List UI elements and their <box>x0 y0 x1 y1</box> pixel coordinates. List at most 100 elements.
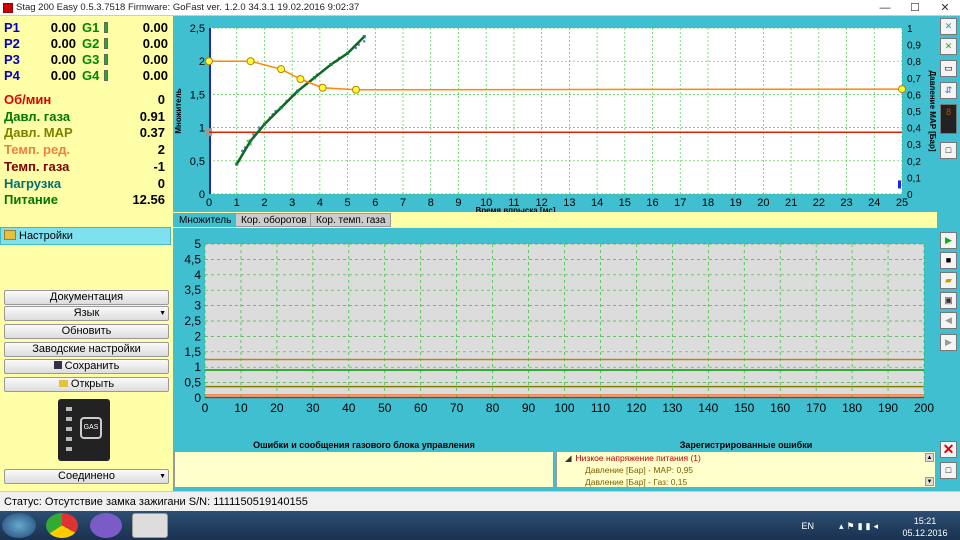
x-tick-label: 100 <box>554 401 574 415</box>
fit-point <box>262 122 266 126</box>
live-chart[interactable]: 0 10 20 30 40 50 60 70 80 90 100 110 120 130 140 150 160… <box>173 228 937 440</box>
x-tick-label: 190 <box>878 401 898 415</box>
floppy-icon[interactable]: ▣ <box>940 292 957 309</box>
petrol-injector-value: 0.00 <box>50 20 76 35</box>
tab-gas-temp-correction[interactable]: Кор. темп. газа <box>310 213 392 227</box>
petrol-injector-label: P4 <box>4 68 20 83</box>
plot-area <box>209 28 902 194</box>
save-button[interactable]: Сохранить <box>4 359 169 374</box>
tab-multiplier[interactable]: Множитель <box>173 213 238 227</box>
map-indicator <box>898 180 901 189</box>
arrows-icon[interactable]: ⇵ <box>940 82 957 99</box>
x-tick-label: 5 <box>345 197 351 209</box>
documentation-button[interactable]: Документация <box>4 290 169 305</box>
step-forward-icon[interactable]: ▶ <box>940 334 957 351</box>
collapse-icon[interactable]: ◢ <box>565 453 572 463</box>
open-folder-icon[interactable]: ▰ <box>940 272 957 289</box>
y2-tick-label: 0,5 <box>907 107 921 118</box>
y-tick-label: 0 <box>194 391 201 405</box>
injector-icon <box>104 54 108 65</box>
viber-icon[interactable] <box>90 513 122 538</box>
language-dropdown[interactable]: Язык ▼ <box>4 306 169 321</box>
sensor-label: Темп. газа <box>4 158 70 174</box>
ecu-messages-list[interactable] <box>174 451 554 488</box>
sensor-value: 0 <box>157 175 165 191</box>
led-indicator <box>66 447 72 451</box>
sensor-value: 0.91 <box>139 108 165 124</box>
sensor-label: Давл. MAP <box>4 125 73 141</box>
x-tick-label: 7 <box>400 197 406 209</box>
cancel-icon[interactable]: ✕ <box>940 38 957 55</box>
clock-date[interactable]: 05.12.2016 <box>900 528 950 538</box>
x-tick-label: 90 <box>522 401 536 415</box>
live-chart-panel: 0 10 20 30 40 50 60 70 80 90 100 110 120 130 140 150 160… <box>173 228 937 440</box>
y-tick-label: 3,5 <box>184 283 201 297</box>
sensor-label: Питание <box>4 192 59 208</box>
settings-label: Настройки <box>19 230 73 242</box>
fit-point <box>346 51 350 55</box>
start-button-icon[interactable] <box>2 513 36 538</box>
window-icon[interactable]: ▭ <box>940 60 957 77</box>
x-tick-label: 40 <box>342 401 356 415</box>
y-tick-label: 2,5 <box>190 23 205 35</box>
y2-tick-label: 0,4 <box>907 124 921 135</box>
digit-display-icon: 8 <box>940 104 957 134</box>
x-tick-label: 80 <box>486 401 500 415</box>
x-tick-label: 30 <box>306 401 320 415</box>
multiplier-point <box>277 65 286 74</box>
y-tick-label: 0 <box>199 189 205 201</box>
zoom-reset-icon[interactable]: ✕ <box>940 18 957 35</box>
square-icon[interactable]: □ <box>940 462 957 479</box>
x-tick-label: 0 <box>202 401 209 415</box>
x-tick-label: 180 <box>842 401 862 415</box>
chrome-icon[interactable] <box>46 513 78 538</box>
x-tick-label: 4 <box>317 197 323 209</box>
gas-injector-value: 0.00 <box>142 20 168 35</box>
scroll-down-icon[interactable]: ▼ <box>925 477 934 486</box>
x-tick-label: 20 <box>270 401 284 415</box>
gas-injector-value: 0.00 <box>142 52 168 67</box>
y-tick-label: 0,5 <box>184 376 201 390</box>
factory-settings-button[interactable]: Заводские настройки <box>4 342 169 357</box>
tab-rpm-correction[interactable]: Кор. оборотов <box>235 213 313 227</box>
language-indicator[interactable]: EN <box>801 521 814 531</box>
error-item[interactable]: Давление [Бар] - MAP: 0,95 <box>565 464 935 476</box>
registered-errors-list[interactable]: ◢ Низкое напряжение питания (1) Давление [… <box>556 451 936 488</box>
stag-app-taskbar-icon[interactable] <box>132 513 168 538</box>
led-indicator <box>66 437 72 441</box>
step-back-icon[interactable]: ◀ <box>940 312 957 329</box>
x-tick-label: 200 <box>914 401 934 415</box>
clear-errors-icon[interactable]: ✕ <box>940 441 957 458</box>
led-indicator <box>66 417 72 421</box>
maximize-button[interactable]: ☐ <box>900 0 930 16</box>
minimize-button[interactable]: — <box>870 0 900 16</box>
title-bar: Stag 200 Easy 0.5.3.7518 Firmware: GoFas… <box>0 0 960 16</box>
play-icon[interactable]: ▶ <box>940 232 957 249</box>
connection-status-dropdown[interactable]: Соединено ▼ <box>4 469 169 484</box>
multiplier-chart[interactable]: 0 1 2 3 4 5 6 7 8 9 10 11 12 13 14 15 16 17 18 19 20 21 22 23 24… <box>173 16 937 215</box>
x-tick-label: 1 <box>234 197 240 209</box>
open-button[interactable]: Открыть <box>4 377 169 392</box>
gas-switch-indicator[interactable]: GAS <box>58 399 110 461</box>
sensor-value: 12.56 <box>132 192 165 208</box>
x-tick-label: 3 <box>289 197 295 209</box>
window-title: Stag 200 Easy 0.5.3.7518 Firmware: GoFas… <box>16 2 360 13</box>
error-item[interactable]: ◢ Низкое напряжение питания (1) <box>565 452 935 464</box>
multiplier-point <box>351 85 360 94</box>
scroll-up-icon[interactable]: ▲ <box>925 453 934 462</box>
settings-item[interactable]: Настройки <box>0 227 171 245</box>
y-tick-label: 2,5 <box>184 314 201 328</box>
fit-point <box>235 162 239 166</box>
stop-icon[interactable]: ■ <box>940 252 957 269</box>
error-text: Давление [Бар] - Газ: 0,15 <box>585 477 688 487</box>
x-tick-label: 14 <box>591 197 603 209</box>
x-tick-label: 17 <box>674 197 686 209</box>
y2-tick-label: 0,7 <box>907 74 921 85</box>
close-button[interactable]: ✕ <box>930 0 960 16</box>
clock-time[interactable]: 15:21 <box>900 516 950 526</box>
update-button[interactable]: Обновить <box>4 324 169 339</box>
square-icon[interactable]: □ <box>940 142 957 159</box>
injector-icon <box>104 38 108 49</box>
error-item[interactable]: Давление [Бар] - Газ: 0,15 <box>565 476 935 488</box>
app-icon <box>3 3 13 13</box>
